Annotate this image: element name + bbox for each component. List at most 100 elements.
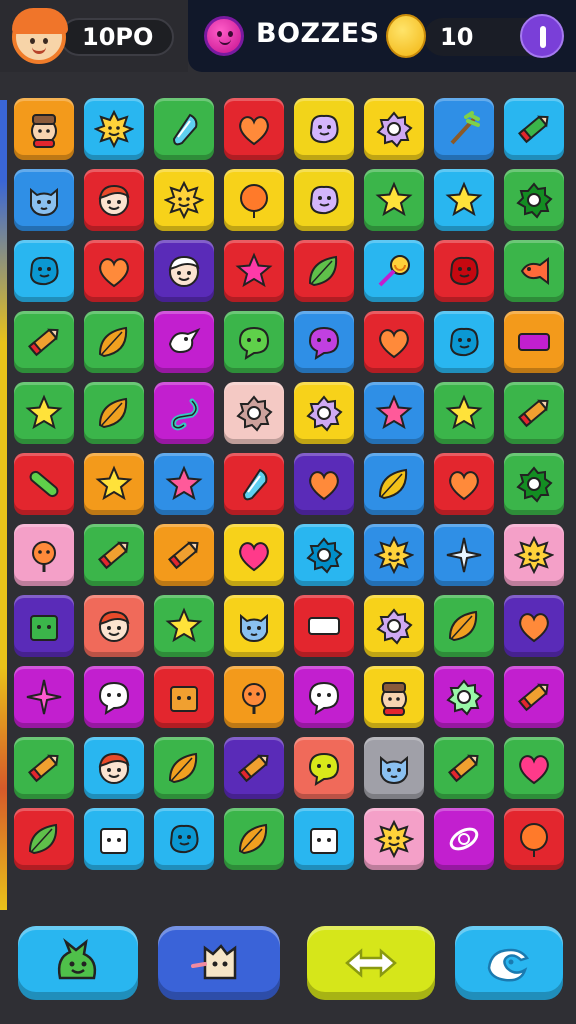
tile-gear[interactable] xyxy=(224,382,284,444)
player-avatar-icon[interactable] xyxy=(12,8,68,64)
tile-crayon[interactable] xyxy=(84,524,144,586)
tile-bar[interactable] xyxy=(504,311,564,373)
tile-crayon[interactable] xyxy=(14,311,74,373)
tile-crayon[interactable] xyxy=(504,98,564,160)
tile-star[interactable] xyxy=(224,240,284,302)
tile-crayon[interactable] xyxy=(504,382,564,444)
hint-button[interactable] xyxy=(18,926,138,1000)
tile-leaf[interactable] xyxy=(14,808,74,870)
tile-sparkle[interactable] xyxy=(14,666,74,728)
tile-heart[interactable] xyxy=(434,453,494,515)
sparkle-icon xyxy=(446,537,482,573)
tile-star[interactable] xyxy=(364,382,424,444)
tile-gear[interactable] xyxy=(364,98,424,160)
tile-heart[interactable] xyxy=(224,524,284,586)
tile-sun[interactable] xyxy=(84,98,144,160)
tile-leaf[interactable] xyxy=(154,737,214,799)
tile-heart[interactable] xyxy=(224,98,284,160)
tile-bubble[interactable] xyxy=(294,311,354,373)
tile-sun[interactable] xyxy=(504,524,564,586)
tile-blob[interactable] xyxy=(294,98,354,160)
tile-gear[interactable] xyxy=(364,595,424,657)
tile-star[interactable] xyxy=(154,453,214,515)
action-bar xyxy=(0,920,576,1024)
tile-leaf[interactable] xyxy=(364,453,424,515)
tile-crayon[interactable] xyxy=(154,524,214,586)
tile-bubble[interactable] xyxy=(294,666,354,728)
tile-face[interactable] xyxy=(84,737,144,799)
tile-balloon[interactable] xyxy=(504,808,564,870)
tile-crayon[interactable] xyxy=(14,737,74,799)
tile-gear[interactable] xyxy=(294,382,354,444)
shuffle-button[interactable] xyxy=(158,926,280,1000)
tile-heart[interactable] xyxy=(294,453,354,515)
tile-sparkle[interactable] xyxy=(434,524,494,586)
tile-heart[interactable] xyxy=(504,595,564,657)
tile-crayon[interactable] xyxy=(224,737,284,799)
tile-blob[interactable] xyxy=(154,808,214,870)
tile-sun[interactable] xyxy=(364,524,424,586)
tile-drop[interactable] xyxy=(224,453,284,515)
tile-star[interactable] xyxy=(434,169,494,231)
tile-flower[interactable] xyxy=(224,666,284,728)
tile-blob[interactable] xyxy=(294,169,354,231)
tile-hook[interactable] xyxy=(154,382,214,444)
tile-bubble[interactable] xyxy=(224,311,284,373)
tile-leaf[interactable] xyxy=(294,240,354,302)
balloon-icon xyxy=(240,184,268,218)
tile-sun[interactable] xyxy=(364,808,424,870)
tile-candy[interactable] xyxy=(364,240,424,302)
tile-face[interactable] xyxy=(84,169,144,231)
tile-branch[interactable] xyxy=(434,98,494,160)
tile-box[interactable] xyxy=(14,595,74,657)
tile-bubble[interactable] xyxy=(84,666,144,728)
tile-star[interactable] xyxy=(434,382,494,444)
tile-leaf[interactable] xyxy=(224,808,284,870)
tile-star[interactable] xyxy=(14,382,74,444)
tile-box[interactable] xyxy=(294,808,354,870)
tile-person[interactable] xyxy=(364,666,424,728)
tile-face[interactable] xyxy=(154,240,214,302)
tile-gear[interactable] xyxy=(294,524,354,586)
tile-cat[interactable] xyxy=(14,169,74,231)
gear-icon xyxy=(516,466,553,503)
tile-cat[interactable] xyxy=(364,737,424,799)
tile-box[interactable] xyxy=(84,808,144,870)
swap-button[interactable] xyxy=(307,926,435,1000)
tile-fish[interactable] xyxy=(504,240,564,302)
tile-sun[interactable] xyxy=(154,169,214,231)
tile-star[interactable] xyxy=(84,453,144,515)
tile-crayon[interactable] xyxy=(504,666,564,728)
tile-gear[interactable] xyxy=(504,453,564,515)
tile-ring[interactable] xyxy=(434,808,494,870)
leaf-icon xyxy=(98,397,128,429)
tile-star[interactable] xyxy=(154,595,214,657)
tile-stick[interactable] xyxy=(14,453,74,515)
tile-crayon[interactable] xyxy=(434,737,494,799)
tile-gear[interactable] xyxy=(504,169,564,231)
tile-bar[interactable] xyxy=(294,595,354,657)
tile-blob[interactable] xyxy=(14,240,74,302)
gear-icon xyxy=(516,182,553,219)
tile-flower[interactable] xyxy=(14,524,74,586)
tile-bird[interactable] xyxy=(154,311,214,373)
tile-cat[interactable] xyxy=(224,595,284,657)
pause-button[interactable] xyxy=(520,14,564,58)
tile-leaf[interactable] xyxy=(434,595,494,657)
tile-drop[interactable] xyxy=(154,98,214,160)
tile-person[interactable] xyxy=(14,98,74,160)
tile-blob[interactable] xyxy=(434,311,494,373)
tile-heart[interactable] xyxy=(84,240,144,302)
tile-face[interactable] xyxy=(84,595,144,657)
tile-balloon[interactable] xyxy=(224,169,284,231)
tile-star[interactable] xyxy=(364,169,424,231)
tile-leaf[interactable] xyxy=(84,382,144,444)
undo-button[interactable] xyxy=(455,926,563,1000)
tile-heart[interactable] xyxy=(504,737,564,799)
tile-blob[interactable] xyxy=(434,240,494,302)
tile-gear[interactable] xyxy=(434,666,494,728)
tile-leaf[interactable] xyxy=(84,311,144,373)
tile-box[interactable] xyxy=(154,666,214,728)
tile-bubble[interactable] xyxy=(294,737,354,799)
tile-heart[interactable] xyxy=(364,311,424,373)
